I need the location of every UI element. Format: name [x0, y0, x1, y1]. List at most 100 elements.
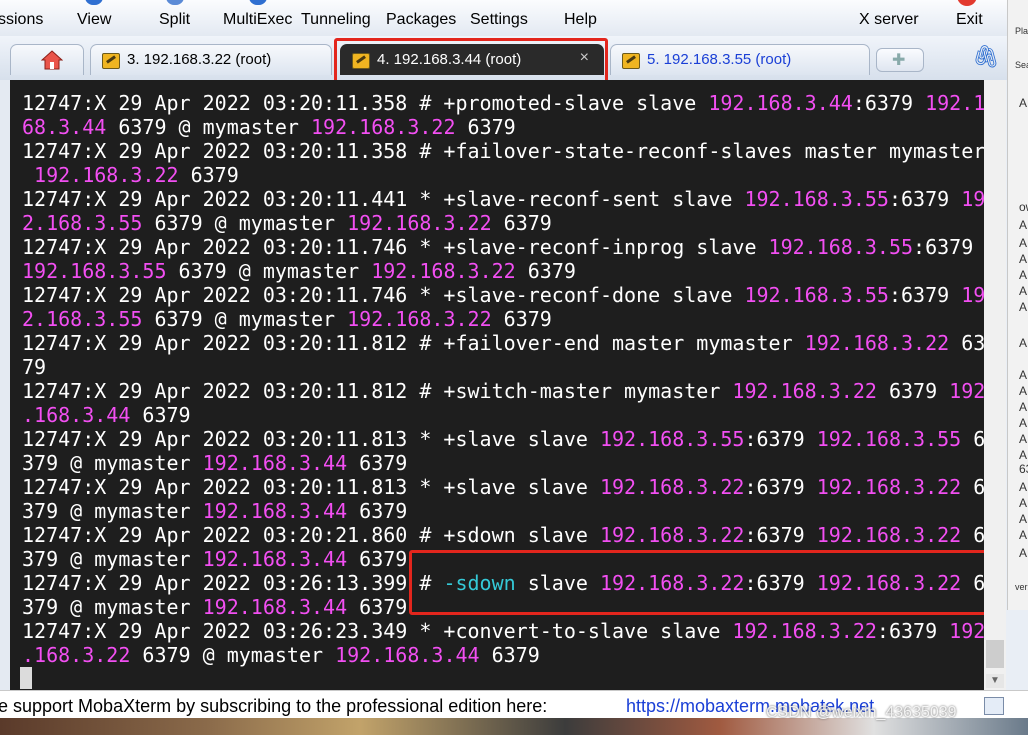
- terminal-text: 6379: [479, 643, 540, 667]
- terminal-text: 12747:X 29 Apr 2022 03:20:11.812 # +swit…: [22, 379, 733, 403]
- menu-exit[interactable]: Exit: [956, 11, 983, 29]
- menu-split[interactable]: Split: [159, 0, 191, 29]
- banner-close-icon[interactable]: [984, 697, 1004, 715]
- terminal-text: 6: [961, 475, 984, 499]
- terminal-text: 63: [949, 331, 984, 355]
- tab-label: 3. 192.168.3.22 (root): [127, 51, 272, 68]
- scroll-down-arrow-icon[interactable]: ▼: [986, 674, 1004, 688]
- terminal-line: 12747:X 29 Apr 2022 03:26:23.349 * +conv…: [22, 619, 984, 643]
- terminal-line: 12747:X 29 Apr 2022 03:20:11.441 * +slav…: [22, 187, 984, 211]
- menu-multiexec[interactable]: MultiExec: [223, 0, 292, 29]
- terminal-text: 12747:X 29 Apr 2022 03:20:11.358 # +fail…: [22, 139, 984, 163]
- terminal-pane[interactable]: 12747:X 29 Apr 2022 03:20:11.358 # +prom…: [10, 80, 984, 690]
- terminal-text: :6379: [744, 427, 817, 451]
- terminal-text: :6379: [888, 187, 962, 211]
- terminal-line: 79: [22, 355, 984, 379]
- ip-address-text: 192.168.3.22: [732, 379, 877, 403]
- menu-help[interactable]: Help: [564, 11, 597, 29]
- home-icon: [41, 50, 63, 70]
- terminal-line: .168.3.44 6379: [22, 403, 984, 427]
- terminal-text: 6379 @ mymaster: [166, 259, 372, 283]
- terminal-line: 12747:X 29 Apr 2022 03:20:11.746 * +slav…: [22, 283, 984, 307]
- paperclip-icon[interactable]: 🖇: [972, 44, 1000, 70]
- ip-address-text: 192.168.3.22: [599, 571, 745, 595]
- wrench-icon: [622, 53, 640, 69]
- tab-session-3[interactable]: 3. 192.168.3.22 (root): [90, 44, 332, 75]
- side-panel-fragment: A: [1019, 528, 1028, 542]
- side-panel-fragment: A: [1019, 384, 1028, 398]
- wrench-icon: [102, 53, 120, 69]
- ip-address-text: 192.168.3.22: [371, 259, 516, 283]
- tab-session-4[interactable]: 4. 192.168.3.44 (root) ×: [340, 44, 604, 75]
- terminal-line: 12747:X 29 Apr 2022 03:26:13.399 # -sdow…: [22, 571, 984, 595]
- ip-address-text: 192.168.3.44: [202, 451, 348, 475]
- new-tab-button[interactable]: ✚: [876, 48, 924, 72]
- side-panel-fragment: A: [1019, 336, 1028, 350]
- ip-address-text: 192.168.3.22: [347, 211, 492, 235]
- menu-view-label: View: [77, 11, 112, 28]
- terminal-text: 6379: [347, 595, 408, 619]
- tab-session-5[interactable]: 5. 192.168.3.55 (root): [610, 44, 870, 75]
- right-side-panel: PlacSeaAowAAAAAAAAAAAAA63AAAAAver2: [1007, 0, 1028, 610]
- terminal-line: 68.3.44 6379 @ mymaster 192.168.3.22 637…: [22, 115, 984, 139]
- side-panel-fragment: 63: [1019, 462, 1028, 476]
- terminal-text: 6379 @ mymaster: [142, 211, 348, 235]
- ip-address-text: 68.3.44: [22, 115, 107, 139]
- ip-address-text: 19: [961, 187, 984, 211]
- terminal-text: 6379: [491, 211, 552, 235]
- terminal-text: 379 @ mymaster: [22, 595, 203, 619]
- exit-icon: [957, 0, 977, 6]
- terminal-text: 12747:X 29 Apr 2022 03:20:11.358 # +prom…: [22, 91, 709, 115]
- menu-tunneling[interactable]: Tunneling: [301, 11, 371, 29]
- plus-icon: ✚: [892, 52, 906, 69]
- terminal-line: 12747:X 29 Apr 2022 03:20:11.358 # +fail…: [22, 139, 984, 163]
- ip-address-text: 192.168.3.22: [311, 115, 456, 139]
- ip-address-text: 192.168.3.55: [22, 259, 167, 283]
- split-icon: [165, 0, 184, 5]
- terminal-text: slave: [515, 571, 600, 595]
- terminal-scrollbar[interactable]: ▼: [984, 80, 1006, 690]
- tab-home[interactable]: [10, 44, 84, 75]
- side-panel-fragment: A: [1019, 448, 1028, 462]
- ip-address-text: 192.168.3.55: [744, 283, 889, 307]
- terminal-text: 6379 @ mymaster: [142, 307, 348, 331]
- menu-sessions[interactable]: ssions: [0, 11, 43, 29]
- terminal-text: :6379: [744, 523, 817, 547]
- menu-view[interactable]: View: [77, 0, 112, 29]
- terminal-text: 12747:X 29 Apr 2022 03:20:11.813 * +slav…: [22, 427, 600, 451]
- menu-x-server[interactable]: X server: [859, 11, 919, 29]
- terminal-line: 12747:X 29 Apr 2022 03:20:11.358 # +prom…: [22, 91, 984, 115]
- terminal-line: 12747:X 29 Apr 2022 03:20:21.860 # +sdow…: [22, 523, 984, 547]
- terminal-output: 12747:X 29 Apr 2022 03:20:11.358 # +prom…: [22, 91, 984, 667]
- terminal-text: 6379: [178, 163, 239, 187]
- ip-address-text: 192.168.3.22: [347, 307, 492, 331]
- scrollbar-thumb[interactable]: [986, 640, 1004, 668]
- ip-address-text: 192.168.3.44: [202, 499, 348, 523]
- ip-address-text: 192: [949, 379, 984, 403]
- watermark: CSDN @weixin_43635039: [766, 704, 957, 721]
- terminal-line: 12747:X 29 Apr 2022 03:20:11.812 # +swit…: [22, 379, 984, 403]
- menu-settings[interactable]: Settings: [470, 11, 528, 29]
- terminal-text: 6379: [347, 499, 408, 523]
- terminal-text: 6379: [130, 403, 191, 427]
- terminal-text: 6: [961, 523, 984, 547]
- multiexec-icon: [248, 0, 267, 5]
- terminal-line: 192.168.3.55 6379 @ mymaster 192.168.3.2…: [22, 259, 984, 283]
- terminal-text: :6379: [876, 619, 950, 643]
- ip-address-text: 192.168.3.44: [202, 547, 348, 571]
- ip-address-text: 192.168.3.22: [599, 523, 745, 547]
- terminal-text: 12747:X 29 Apr 2022 03:20:11.746 * +slav…: [22, 235, 769, 259]
- terminal-text: 12747:X 29 Apr 2022 03:26:13.399 #: [22, 571, 444, 595]
- menu-packages[interactable]: Packages: [386, 11, 456, 29]
- terminal-text: 12747:X 29 Apr 2022 03:20:21.860 # +sdow…: [22, 523, 600, 547]
- menu-split-label: Split: [159, 11, 191, 28]
- ip-address-text: 192: [949, 619, 984, 643]
- side-panel-fragment: A: [1019, 300, 1028, 314]
- side-panel-fragment: A: [1019, 284, 1028, 298]
- terminal-text: 6: [961, 427, 984, 451]
- tab-label: 5. 192.168.3.55 (root): [647, 51, 792, 68]
- terminal-text: 379 @ mymaster: [22, 499, 203, 523]
- side-panel-fragment: A: [1019, 236, 1028, 250]
- terminal-line: 12747:X 29 Apr 2022 03:20:11.812 # +fail…: [22, 331, 984, 355]
- close-icon[interactable]: ×: [580, 49, 589, 67]
